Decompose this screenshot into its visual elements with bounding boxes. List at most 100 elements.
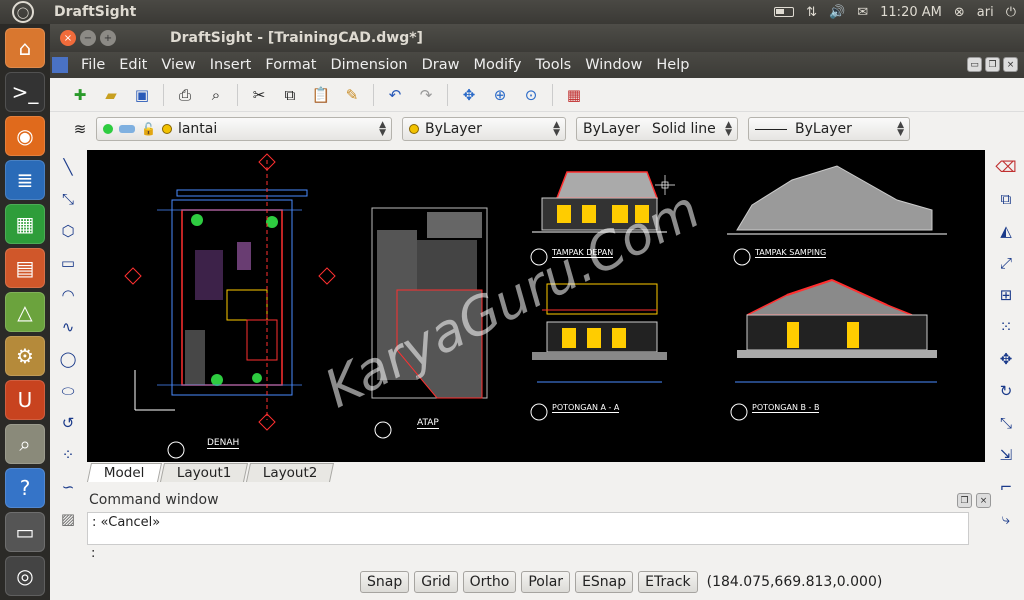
rotate-icon[interactable]: ↻ — [993, 378, 1019, 404]
scale-icon[interactable]: ⤡ — [993, 410, 1019, 436]
software-center-icon[interactable]: ⚙ — [5, 336, 45, 376]
ubuntu-logo-icon[interactable]: ◯ — [12, 1, 34, 23]
rectangle-icon[interactable]: ▭ — [55, 250, 81, 276]
network-icon[interactable]: ⇅ — [806, 5, 817, 20]
user-icon[interactable]: ⊗ — [954, 5, 965, 20]
ubuntu-one-icon[interactable]: U — [5, 380, 45, 420]
infinite-line-icon[interactable]: ⤡ — [55, 186, 81, 212]
eraser-icon[interactable]: ⌫ — [993, 154, 1019, 180]
arc-icon[interactable]: ◠ — [55, 282, 81, 308]
maximize-window-button[interactable]: + — [100, 30, 116, 46]
circle-icon[interactable]: ◯ — [55, 346, 81, 372]
float-panel-button[interactable]: ❐ — [957, 493, 972, 508]
stretch-icon[interactable]: ⇲ — [993, 442, 1019, 468]
close-panel-button[interactable]: × — [976, 493, 991, 508]
tab-layout1[interactable]: Layout1 — [159, 463, 249, 482]
line-icon[interactable]: ╲ — [55, 154, 81, 180]
doc-minimize-button[interactable]: ▭ — [967, 57, 982, 72]
firefox-icon[interactable]: ◉ — [5, 116, 45, 156]
save-icon[interactable]: ▣ — [130, 83, 154, 107]
esnap-toggle[interactable]: ESnap — [575, 571, 634, 593]
linestyle-combo[interactable]: ByLayer Solid line ▲ ▼ — [576, 117, 738, 141]
command-history[interactable]: : «Cancel» — [87, 512, 969, 545]
trim-icon[interactable]: ⌐ — [993, 474, 1019, 500]
pattern-icon[interactable]: ⊞ — [993, 282, 1019, 308]
extend-icon[interactable]: ⤷ — [993, 506, 1019, 532]
move-icon[interactable]: ✥ — [993, 346, 1019, 372]
layer-manager-icon[interactable]: ≋ — [68, 117, 92, 141]
drawing-canvas[interactable]: DENAH ATAP TAMPAK DEPAN TAMPAK SAMPING P… — [87, 150, 985, 462]
menu-draw[interactable]: Draw — [415, 57, 467, 73]
etrack-toggle[interactable]: ETrack — [638, 571, 698, 593]
document-icon[interactable] — [52, 57, 68, 73]
disk-icon[interactable]: ◎ — [5, 556, 45, 596]
zoom-window-icon[interactable]: ⊙ — [519, 83, 543, 107]
copy-icon[interactable]: ⧉ — [278, 83, 302, 107]
paste-icon[interactable]: 📋 — [309, 83, 333, 107]
layer-lock-icon: 🔓 — [141, 122, 156, 136]
menu-tools[interactable]: Tools — [528, 57, 578, 73]
home-folder-icon[interactable]: ⌂ — [5, 28, 45, 68]
minimize-window-button[interactable]: − — [80, 30, 96, 46]
match-properties-icon[interactable]: ✎ — [340, 83, 364, 107]
menu-format[interactable]: Format — [258, 57, 323, 73]
snap-toggle[interactable]: Snap — [360, 571, 410, 593]
print-preview-icon[interactable]: ⌕ — [204, 83, 228, 107]
window-titlebar[interactable]: × − + DraftSight - [TrainingCAD.dwg*] — [50, 24, 1024, 52]
writer-icon[interactable]: ≣ — [5, 160, 45, 200]
volume-icon[interactable]: 🔊 — [829, 5, 845, 20]
help-icon[interactable]: ? — [5, 468, 45, 508]
lineweight-combo[interactable]: ByLayer ▲ ▼ — [748, 117, 910, 141]
draftsight-launcher-icon[interactable]: △ — [5, 292, 45, 332]
offset-icon[interactable]: ⤢ — [993, 250, 1019, 276]
polygon-icon[interactable]: ⬡ — [55, 218, 81, 244]
new-icon[interactable]: ✚ — [68, 83, 92, 107]
clock[interactable]: 11:20 AM — [880, 5, 942, 20]
curve-icon[interactable]: ↺ — [55, 410, 81, 436]
spline-icon[interactable]: ∿ — [55, 314, 81, 340]
layer-combo[interactable]: 🔓 lantai ▲ ▼ — [96, 117, 392, 141]
menu-view[interactable]: View — [154, 57, 202, 73]
color-combo[interactable]: ByLayer ▲ ▼ — [402, 117, 566, 141]
mail-icon[interactable]: ✉ — [857, 5, 868, 20]
copy-entity-icon[interactable]: ⧉ — [993, 186, 1019, 212]
power-icon[interactable]: ⏻ — [1006, 5, 1016, 20]
terminal-icon[interactable]: >_ — [5, 72, 45, 112]
calc-icon[interactable]: ▦ — [5, 204, 45, 244]
menu-window[interactable]: Window — [578, 57, 649, 73]
workspace-switcher-icon[interactable]: ▭ — [5, 512, 45, 552]
menu-dimension[interactable]: Dimension — [323, 57, 414, 73]
command-input[interactable]: : — [87, 546, 969, 564]
color-icon[interactable]: ▦ — [562, 83, 586, 107]
doc-close-button[interactable]: × — [1003, 57, 1018, 72]
hatch-icon[interactable]: ▨ — [55, 506, 81, 532]
search-icon[interactable]: ⌕ — [5, 424, 45, 464]
ellipse-icon[interactable]: ⬭ — [55, 378, 81, 404]
tab-model[interactable]: Model — [86, 463, 162, 482]
zoom-icon[interactable]: ⊕ — [488, 83, 512, 107]
mirror-icon[interactable]: ◭ — [993, 218, 1019, 244]
menu-edit[interactable]: Edit — [112, 57, 154, 73]
polar-toggle[interactable]: Polar — [521, 571, 571, 593]
undo-icon[interactable]: ↶ — [383, 83, 407, 107]
menu-file[interactable]: File — [74, 57, 112, 73]
print-icon[interactable]: ⎙ — [173, 83, 197, 107]
grid-toggle[interactable]: Grid — [414, 571, 458, 593]
freehand-icon[interactable]: ∽ — [55, 474, 81, 500]
menu-help[interactable]: Help — [649, 57, 696, 73]
close-window-button[interactable]: × — [60, 30, 76, 46]
tab-layout2[interactable]: Layout2 — [246, 463, 335, 482]
pan-icon[interactable]: ✥ — [457, 83, 481, 107]
impress-icon[interactable]: ▤ — [5, 248, 45, 288]
menu-modify[interactable]: Modify — [466, 57, 528, 73]
menu-insert[interactable]: Insert — [203, 57, 259, 73]
point-icon[interactable]: ⁘ — [55, 442, 81, 468]
doc-restore-button[interactable]: ❐ — [985, 57, 1000, 72]
cut-icon[interactable]: ✂ — [247, 83, 271, 107]
ortho-toggle[interactable]: Ortho — [462, 571, 517, 593]
array-icon[interactable]: ⁙ — [993, 314, 1019, 340]
battery-icon[interactable] — [774, 7, 795, 17]
redo-icon[interactable]: ↷ — [414, 83, 438, 107]
open-icon[interactable]: ▰ — [99, 83, 123, 107]
user-name[interactable]: ari — [977, 5, 994, 20]
